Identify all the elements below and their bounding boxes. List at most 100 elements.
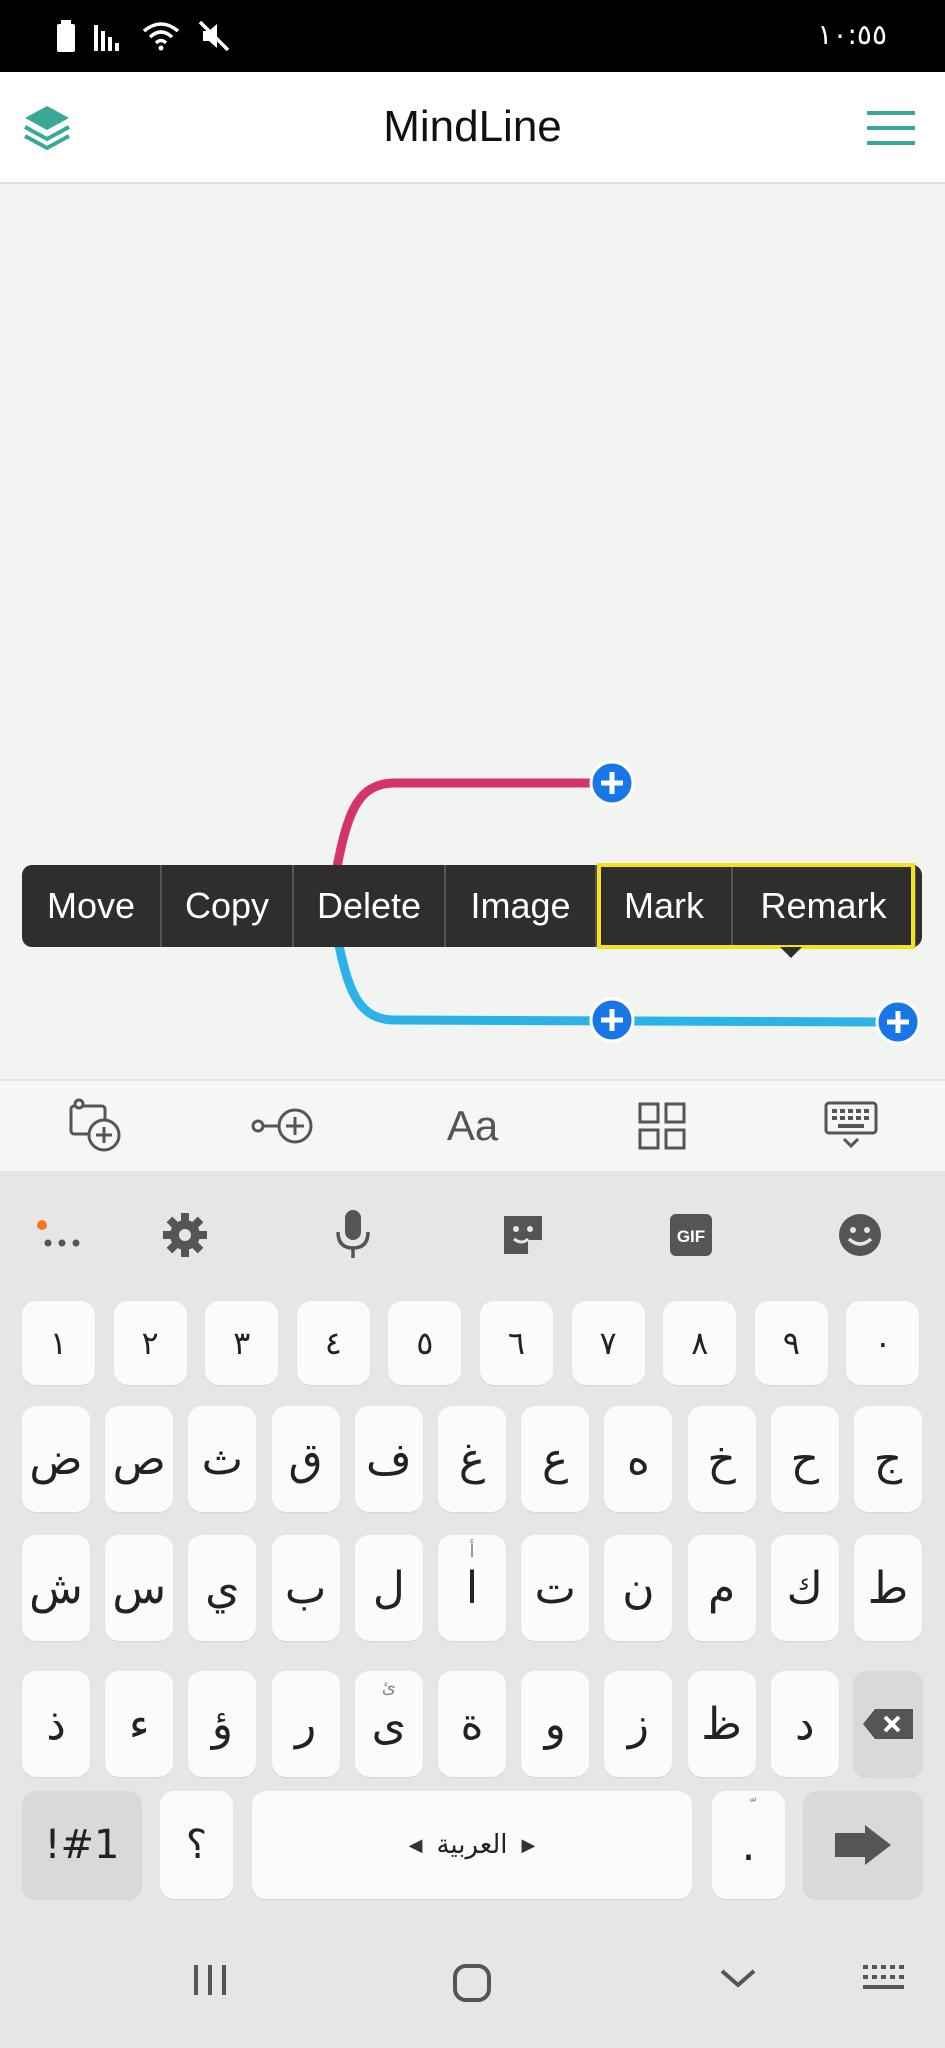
key-label: ٣ <box>233 1324 251 1362</box>
key-row3-0[interactable]: ش <box>22 1535 90 1641</box>
key-row2-4[interactable]: ف <box>354 1406 423 1512</box>
key-row3-4[interactable]: ل <box>354 1535 423 1641</box>
key-row1-8[interactable]: ٩ <box>754 1301 828 1385</box>
key-row1-1[interactable]: ٢ <box>113 1301 187 1385</box>
key-row4-7[interactable]: ز <box>604 1671 673 1777</box>
mark-button[interactable]: Mark <box>597 865 733 947</box>
key-row3-5[interactable]: أا <box>438 1535 506 1641</box>
key-hint: أ <box>469 1541 475 1562</box>
keyboard-switch-icon[interactable] <box>862 1963 904 1993</box>
key-row1-5[interactable]: ٦ <box>480 1301 553 1385</box>
recent-apps-icon[interactable] <box>190 1963 230 1997</box>
add-sibling-node-icon[interactable] <box>244 1091 324 1161</box>
hide-keyboard-icon[interactable] <box>811 1091 891 1161</box>
key-row1-2[interactable]: ٣ <box>205 1301 279 1385</box>
key-label: و <box>544 1698 566 1750</box>
key-label: ه <box>626 1433 650 1485</box>
key-label: س <box>112 1562 167 1614</box>
home-icon[interactable] <box>452 1963 492 2003</box>
space-key[interactable]: ◀ العربية ▶ <box>252 1791 692 1899</box>
delete-button[interactable]: Delete <box>294 865 446 947</box>
key-row2-9[interactable]: ح <box>770 1406 839 1512</box>
key-label: ٧ <box>599 1324 617 1362</box>
key-row4-4[interactable]: ئى <box>354 1671 423 1777</box>
key-row2-2[interactable]: ث <box>188 1406 257 1512</box>
period-key-label: . <box>741 1819 756 1871</box>
copy-button[interactable]: Copy <box>162 865 294 947</box>
key-row3-10[interactable]: ط <box>854 1535 922 1641</box>
enter-key[interactable] <box>803 1791 923 1899</box>
system-nav-bar <box>0 1923 945 2048</box>
microphone-icon[interactable] <box>323 1207 383 1263</box>
key-label: ر <box>294 1698 317 1750</box>
key-row2-7[interactable]: ه <box>604 1406 673 1512</box>
key-row2-3[interactable]: ق <box>271 1406 340 1512</box>
move-button[interactable]: Move <box>22 865 162 947</box>
key-row4-6[interactable]: و <box>521 1671 590 1777</box>
key-row3-6[interactable]: ت <box>521 1535 590 1641</box>
key-label: ب <box>284 1562 327 1614</box>
key-row3-2[interactable]: ي <box>188 1535 257 1641</box>
key-row1-4[interactable]: ٥ <box>388 1301 462 1385</box>
hamburger-menu-icon[interactable] <box>867 110 915 151</box>
gif-icon[interactable]: GIF <box>661 1207 721 1263</box>
key-row4-3[interactable]: ر <box>271 1671 340 1777</box>
key-row3-7[interactable]: ن <box>604 1535 673 1641</box>
key-row1-9[interactable]: ٠ <box>846 1301 920 1385</box>
backspace-key[interactable] <box>853 1671 923 1777</box>
app-title: MindLine <box>383 102 562 151</box>
period-key[interactable]: ّ . <box>712 1791 785 1899</box>
settings-icon[interactable] <box>155 1207 215 1263</box>
key-row1-3[interactable]: ٤ <box>296 1301 370 1385</box>
key-row2-6[interactable]: ع <box>521 1406 590 1512</box>
key-label: ج <box>873 1433 903 1485</box>
symbols-key[interactable]: !#1 <box>22 1791 142 1899</box>
key-row3-3[interactable]: ب <box>271 1535 340 1641</box>
key-label: ف <box>365 1433 412 1485</box>
key-row1-6[interactable]: ٧ <box>571 1301 645 1385</box>
key-row4-9[interactable]: د <box>770 1671 839 1777</box>
key-label: ت <box>534 1562 576 1614</box>
remark-button[interactable]: Remark <box>733 865 916 947</box>
key-row2-1[interactable]: ص <box>105 1406 174 1512</box>
key-label: ز <box>627 1698 650 1750</box>
question-mark-key[interactable]: ؟ <box>160 1791 233 1899</box>
svg-text:GIF: GIF <box>677 1227 705 1246</box>
space-language-label: العربية <box>436 1830 508 1860</box>
key-label: غ <box>458 1433 486 1485</box>
keyboard-toolbar: GIF <box>0 1171 945 1296</box>
key-row4-1[interactable]: ء <box>105 1671 174 1777</box>
key-row2-5[interactable]: غ <box>438 1406 506 1512</box>
text-style-icon[interactable]: Aa <box>433 1091 513 1161</box>
key-label: ل <box>372 1562 405 1614</box>
key-label: ؤ <box>211 1698 234 1750</box>
layout-grid-icon[interactable] <box>622 1091 702 1161</box>
key-label: ع <box>542 1433 569 1485</box>
key-label: ذ <box>46 1698 66 1750</box>
key-label: ظ <box>701 1698 742 1750</box>
key-row4-8[interactable]: ظ <box>687 1671 756 1777</box>
node-context-menu: Move Copy Delete Image Mark Remark <box>22 863 922 958</box>
key-row2-10[interactable]: ج <box>854 1406 922 1512</box>
more-icon[interactable] <box>30 1207 90 1263</box>
key-label: ٨ <box>691 1324 709 1362</box>
sticker-icon[interactable] <box>493 1207 553 1263</box>
key-row4-5[interactable]: ة <box>438 1671 506 1777</box>
key-row4-0[interactable]: ذ <box>22 1671 90 1777</box>
key-label: ء <box>128 1698 150 1750</box>
key-row3-8[interactable]: م <box>687 1535 756 1641</box>
back-icon[interactable] <box>718 1963 758 1993</box>
key-row3-1[interactable]: س <box>105 1535 174 1641</box>
key-row4-2[interactable]: ؤ <box>188 1671 257 1777</box>
key-label: ح <box>790 1433 819 1485</box>
key-row1-7[interactable]: ٨ <box>663 1301 737 1385</box>
key-row3-9[interactable]: ك <box>770 1535 839 1641</box>
key-row2-0[interactable]: ض <box>22 1406 90 1512</box>
key-label: ٢ <box>141 1324 159 1362</box>
add-child-node-icon[interactable] <box>55 1091 135 1161</box>
key-row2-8[interactable]: خ <box>687 1406 756 1512</box>
key-row1-0[interactable]: ١ <box>22 1301 95 1385</box>
image-button[interactable]: Image <box>446 865 597 947</box>
key-label: ٥ <box>416 1324 434 1362</box>
emoji-icon[interactable] <box>830 1207 890 1263</box>
